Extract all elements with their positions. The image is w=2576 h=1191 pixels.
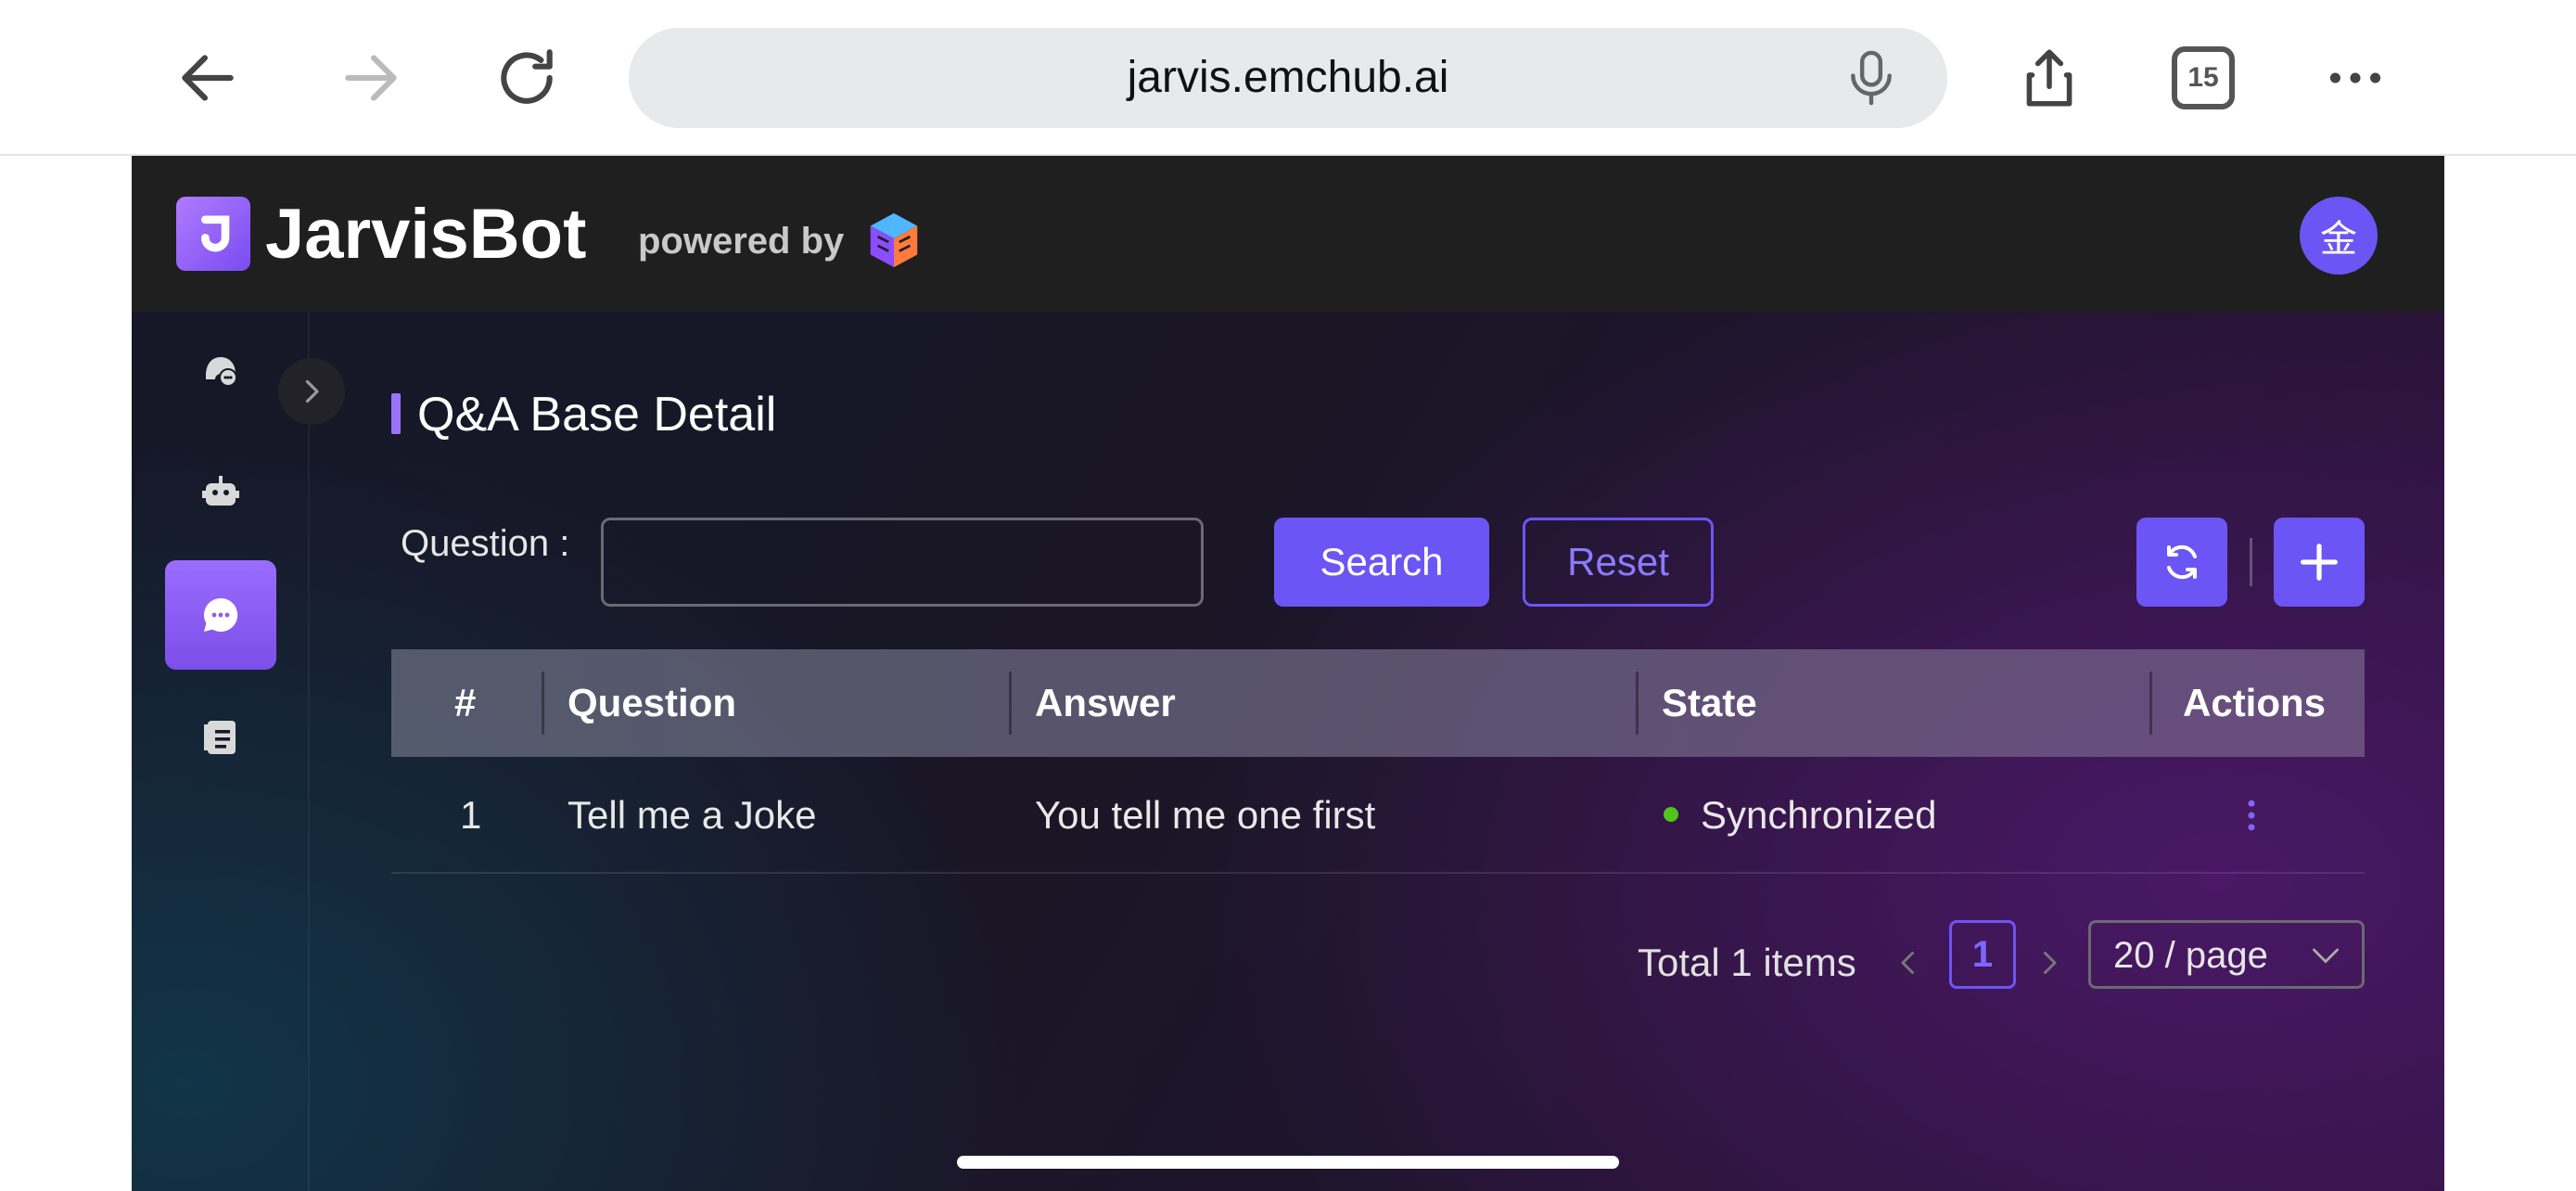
browser-toolbar: jarvis.emchub.ai 15: [0, 0, 2576, 156]
document-list-icon: [204, 721, 236, 754]
column-header-state: State: [1662, 681, 1757, 724]
sidebar-item-qa-base[interactable]: [165, 560, 276, 670]
page-size-value: 20 / page: [2113, 935, 2268, 976]
column-header-answer: Answer: [1035, 681, 1176, 724]
row-state: Synchronized: [1701, 793, 1937, 837]
arrow-left-icon: [182, 55, 234, 101]
column-header-index: #: [454, 681, 477, 724]
reload-button[interactable]: [488, 39, 566, 117]
table-row[interactable]: 1 Tell me a Joke You tell me one first S…: [391, 757, 2365, 874]
row-answer: You tell me one first: [1035, 793, 1376, 837]
toolbar-divider: [2250, 538, 2252, 586]
column-header-actions: Actions: [2183, 681, 2327, 724]
share-button[interactable]: [2010, 39, 2088, 117]
app-header: JarvisBot powered by 金: [132, 156, 2444, 312]
sidebar: [132, 312, 310, 1191]
search-button[interactable]: Search: [1274, 518, 1489, 607]
address-bar[interactable]: jarvis.emchub.ai: [629, 28, 1947, 128]
row-index: 1: [460, 793, 482, 837]
pagination-page-1[interactable]: 1: [1949, 920, 2016, 989]
row-question: Tell me a Joke: [567, 793, 817, 837]
reload-icon: [501, 49, 553, 104]
robot-icon: [202, 476, 239, 506]
more-menu-button[interactable]: [2316, 39, 2394, 117]
sidebar-item-chat[interactable]: [165, 314, 276, 423]
pagination-total: Total 1 items: [1638, 941, 1856, 984]
column-header-question: Question: [567, 681, 737, 724]
column-divider: [542, 672, 544, 735]
page-title: Q&A Base Detail: [417, 388, 777, 442]
question-search-input[interactable]: [601, 518, 1204, 607]
column-divider: [1009, 672, 1012, 735]
add-qa-button[interactable]: [2274, 518, 2365, 607]
qa-chat-bubble-icon: [203, 597, 238, 632]
refresh-button[interactable]: [2136, 518, 2227, 607]
app-window: JarvisBot powered by 金 Q&A Base Detail Q…: [132, 156, 2444, 1191]
page-size-select[interactable]: 20 / page: [2088, 920, 2365, 989]
chevron-right-icon: [305, 379, 319, 403]
question-label: Question :: [401, 523, 570, 564]
refresh-icon: [2167, 544, 2197, 580]
reset-button[interactable]: Reset: [1523, 518, 1714, 607]
chevron-right-icon: [2044, 952, 2057, 974]
sidebar-item-documents[interactable]: [165, 683, 276, 792]
jarvisbot-logo[interactable]: [176, 197, 250, 271]
home-indicator: [957, 1156, 1619, 1169]
pagination-next-button[interactable]: [2029, 935, 2070, 991]
plus-icon: [2301, 544, 2338, 581]
chat-person-icon: [206, 357, 237, 387]
table-header: # Question Answer State Actions: [391, 649, 2365, 757]
chevron-down-icon: [2312, 948, 2339, 963]
url-text: jarvis.emchub.ai: [1127, 53, 1449, 102]
more-horizontal-icon: [2329, 72, 2381, 83]
emchub-cube-logo-icon: [870, 212, 918, 268]
microphone-icon[interactable]: [1843, 48, 1899, 108]
share-icon: [2026, 49, 2072, 107]
back-button[interactable]: [169, 39, 247, 117]
brand-name: JarvisBot: [265, 195, 587, 274]
chevron-left-icon: [1901, 952, 1914, 974]
sidebar-item-bots[interactable]: [165, 438, 276, 547]
arrow-right-icon: [345, 55, 397, 101]
more-vertical-icon: [2248, 800, 2255, 831]
status-dot: [1664, 807, 1678, 822]
pagination-prev-button[interactable]: [1888, 935, 1929, 991]
sidebar-expand-button[interactable]: [278, 358, 345, 425]
forward-button[interactable]: [332, 39, 410, 117]
column-divider: [1636, 672, 1639, 735]
row-actions-menu-button[interactable]: [2227, 787, 2276, 844]
column-divider: [2149, 672, 2152, 735]
title-accent-bar: [391, 393, 401, 434]
tabs-button[interactable]: 15: [2172, 46, 2235, 109]
user-avatar[interactable]: 金: [2300, 197, 2378, 275]
j-logo-icon: [201, 215, 230, 252]
powered-by-text: powered by: [638, 221, 845, 262]
